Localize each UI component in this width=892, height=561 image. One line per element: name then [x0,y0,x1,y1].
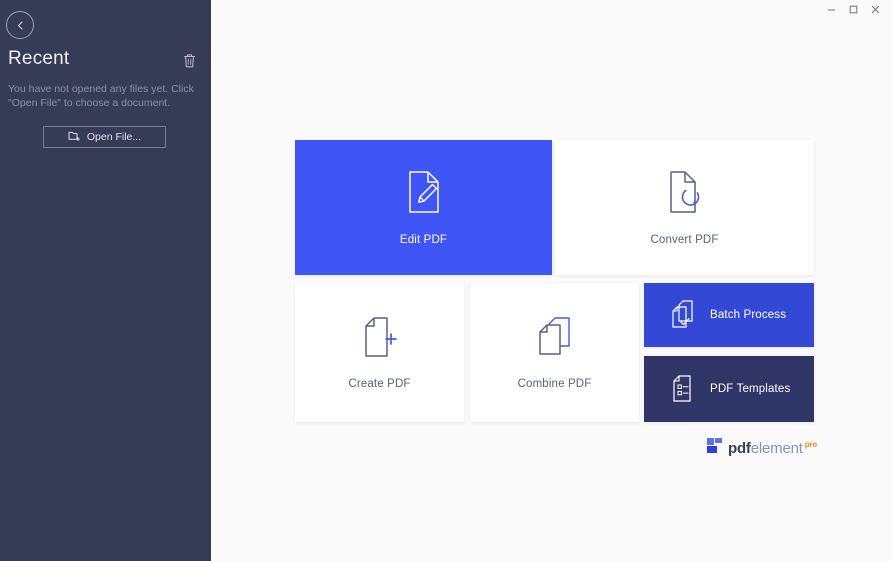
action-tile-grid: Edit PDF Convert PDF Create PDF Combine … [295,140,814,422]
tile-edit-pdf-label: Edit PDF [399,233,448,246]
brand-logo: pdfelement pro [707,436,817,457]
chevron-left-icon [14,19,27,32]
tile-combine-pdf-label: Combine PDF [517,377,592,390]
tile-combine-pdf[interactable]: Combine PDF [470,283,639,422]
maximize-icon [849,5,857,13]
trash-icon [182,52,197,74]
main-area: Edit PDF Convert PDF Create PDF Combine … [211,0,892,561]
minimize-icon [827,9,835,10]
open-file-button[interactable]: Open File... [43,126,166,148]
sidebar: Recent You have not opened any files yet… [0,0,211,561]
document-refresh-icon [665,170,705,214]
document-plus-icon [361,316,399,358]
title-bar [211,0,892,18]
folder-plus-icon [68,130,81,145]
document-pencil-icon [404,170,444,214]
document-check-icon [670,300,696,330]
minimize-button[interactable] [820,1,842,17]
back-button[interactable] [6,11,34,39]
tile-batch-process-label: Batch Process [710,309,787,321]
open-file-button-label: Open File... [86,131,142,143]
brand-name-bold: pdf [728,440,751,457]
close-icon [871,5,879,13]
tile-convert-pdf[interactable]: Convert PDF [555,140,814,275]
documents-stack-icon [535,316,575,358]
brand-name-light: element [750,440,803,457]
brand-edition: pro [804,440,818,449]
tile-convert-pdf-label: Convert PDF [650,233,719,246]
page-title: Recent [8,48,70,69]
tile-edit-pdf[interactable]: Edit PDF [295,140,552,275]
tile-create-pdf[interactable]: Create PDF [295,283,464,422]
tile-create-pdf-label: Create PDF [348,377,411,390]
app-window: Recent You have not opened any files yet… [0,0,892,561]
empty-state-message: You have not opened any files yet. Click… [8,83,194,109]
clear-recent-button[interactable] [180,53,198,73]
close-button[interactable] [864,1,886,17]
tile-pdf-templates-label: PDF Templates [710,383,791,395]
tile-pdf-templates[interactable]: PDF Templates [644,356,814,422]
document-list-icon [670,374,696,404]
maximize-button[interactable] [842,1,864,17]
tile-batch-process[interactable]: Batch Process [644,283,814,347]
pdfelement-logo-icon [707,438,722,453]
brand-wordmark: pdfelement pro [728,436,817,457]
